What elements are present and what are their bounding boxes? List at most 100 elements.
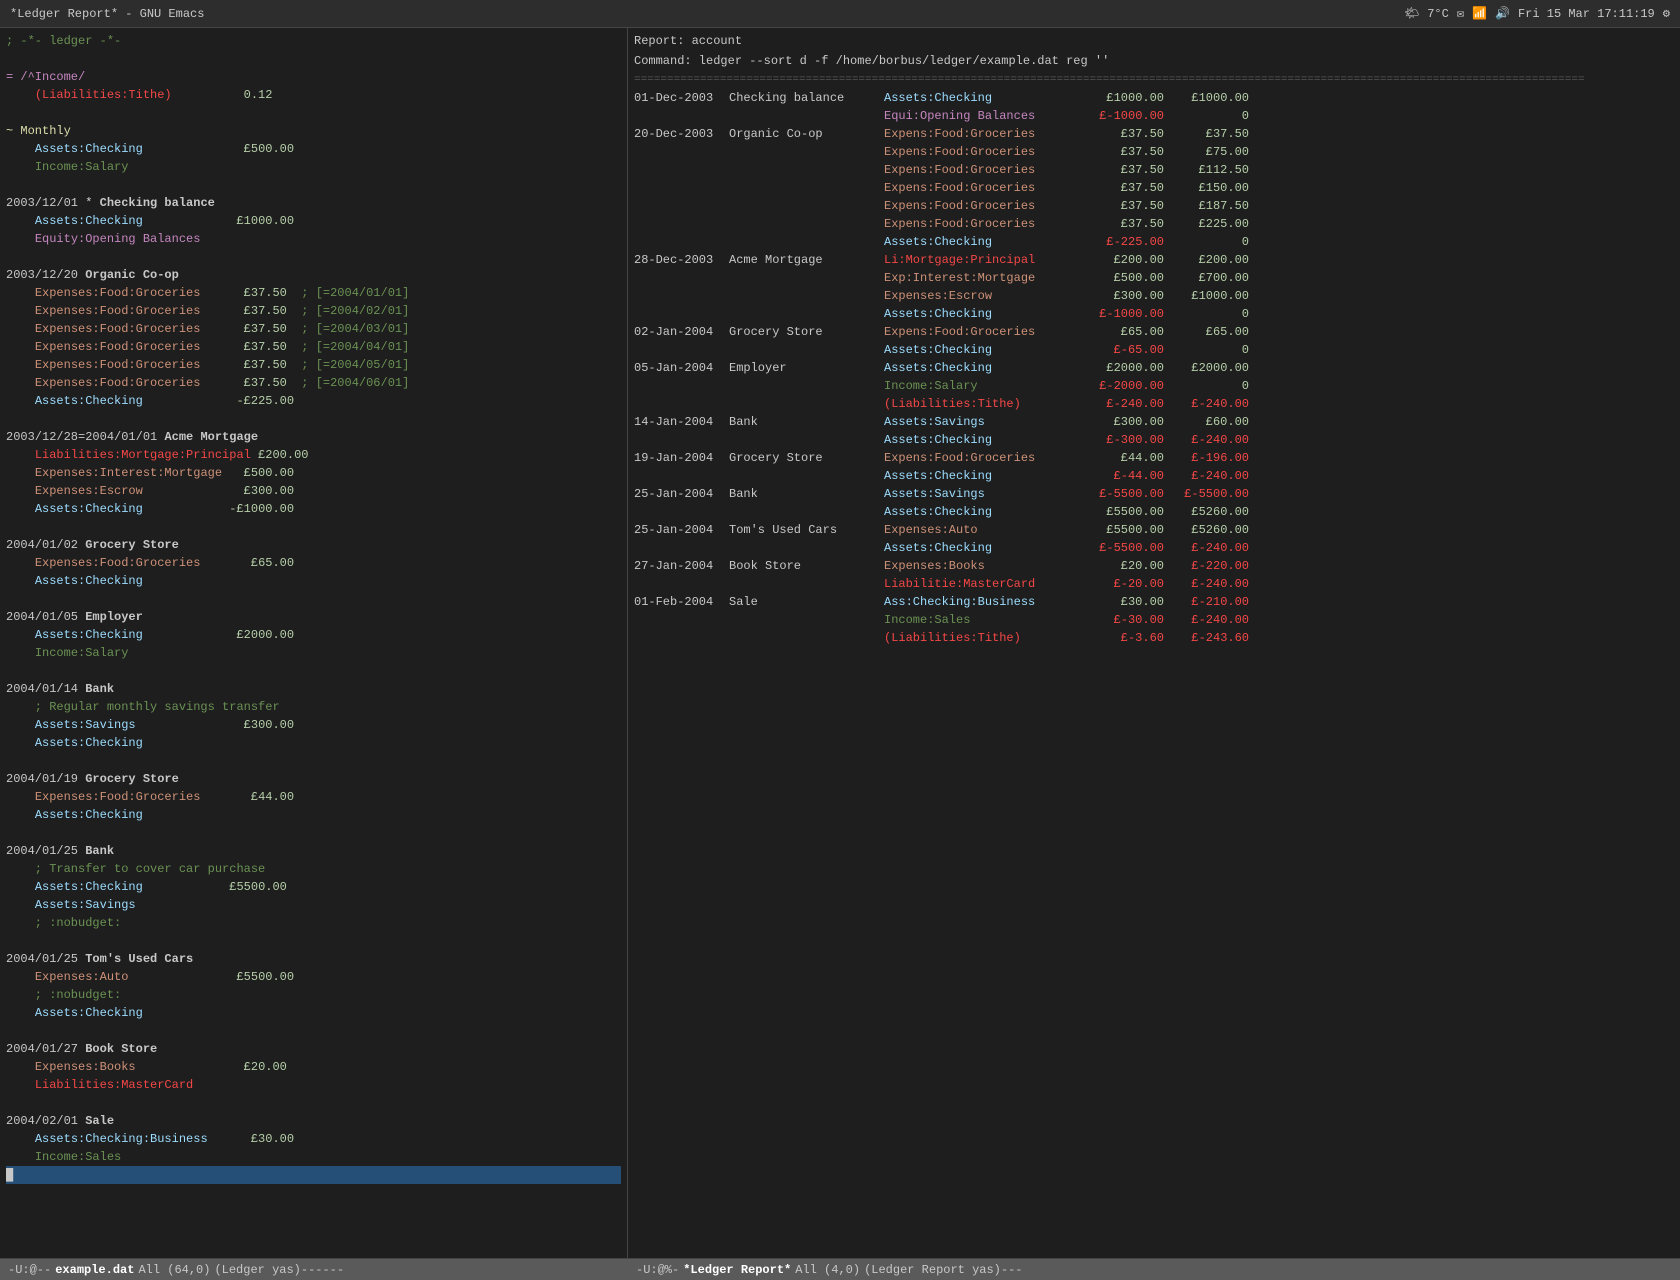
status-right-all: All (4,0) <box>795 1263 860 1277</box>
txn-20031228-principal: Liabilities:Mortgage:Principal £200.00 <box>6 446 621 464</box>
report-row: Exp:Interest:Mortgage£500.00£700.00 <box>634 269 1674 287</box>
txn-20040114: 2004/01/14 Bank <box>6 680 621 698</box>
txn-20031228-escrow: Expenses:Escrow £300.00 <box>6 482 621 500</box>
txn-20040201-sales: Income:Sales <box>6 1148 621 1166</box>
report-row: Expens:Food:Groceries£37.50£150.00 <box>634 179 1674 197</box>
volume-icon: 🔊 <box>1495 6 1510 21</box>
txn-20040114-savings: Assets:Savings £300.00 <box>6 716 621 734</box>
txn-20040125-cars-nobudget: ; :nobudget: <box>6 986 621 1004</box>
report-row: Assets:Checking£-300.00£-240.00 <box>634 431 1674 449</box>
txn-20040105: 2004/01/05 Employer <box>6 608 621 626</box>
txn-20040127-books: Expenses:Books £20.00 <box>6 1058 621 1076</box>
report-row: Assets:Checking£5500.00£5260.00 <box>634 503 1674 521</box>
blank-line-3 <box>6 176 621 194</box>
title-bar-right: 🌤 7°C ✉ 📶 🔊 Fri 15 Mar 17:11:19 ⚙ <box>1404 6 1670 21</box>
txn-20040119-groceries: Expenses:Food:Groceries £44.00 <box>6 788 621 806</box>
report-row: 02-Jan-2004Grocery StoreExpens:Food:Groc… <box>634 323 1674 341</box>
status-left-all: All (64,0) <box>138 1263 210 1277</box>
txn-20040125-cars-auto: Expenses:Auto £5500.00 <box>6 968 621 986</box>
monthly-salary: Income:Salary <box>6 158 621 176</box>
blank-line-10 <box>6 824 621 842</box>
report-row: Assets:Checking£-65.000 <box>634 341 1674 359</box>
txn-20040125-cars-checking: Assets:Checking <box>6 1004 621 1022</box>
txn-20031201-checking: Assets:Checking £1000.00 <box>6 212 621 230</box>
report-row: Expenses:Escrow£300.00£1000.00 <box>634 287 1674 305</box>
txn-20040105-salary: Income:Salary <box>6 644 621 662</box>
monthly-checking: Assets:Checking £500.00 <box>6 140 621 158</box>
txn-20040119-checking: Assets:Checking <box>6 806 621 824</box>
txn-20031220-g2: Expenses:Food:Groceries £37.50 ; [=2004/… <box>6 302 621 320</box>
report-row: Assets:Checking£-44.00£-240.00 <box>634 467 1674 485</box>
report-row: 01-Feb-2004SaleAss:Checking:Business£30.… <box>634 593 1674 611</box>
report-row: Assets:Checking£-1000.000 <box>634 305 1674 323</box>
txn-20040125-bank-savings: Assets:Savings <box>6 896 621 914</box>
status-bar: -U:@-- example.dat All (64,0) (Ledger ya… <box>0 1258 1680 1280</box>
report-row: Income:Sales£-30.00£-240.00 <box>634 611 1674 629</box>
report-row: 25-Jan-2004BankAssets:Savings£-5500.00£-… <box>634 485 1674 503</box>
blank-line-6 <box>6 518 621 536</box>
txn-20040119: 2004/01/19 Grocery Store <box>6 770 621 788</box>
report-separator: ========================================… <box>634 72 1674 89</box>
txn-20040201-business: Assets:Checking:Business £30.00 <box>6 1130 621 1148</box>
txn-20040114-checking: Assets:Checking <box>6 734 621 752</box>
blank-line-1 <box>6 50 621 68</box>
status-right-mode2: (Ledger Report yas)--- <box>864 1263 1672 1277</box>
txn-20040102-groceries: Expenses:Food:Groceries £65.00 <box>6 554 621 572</box>
report-row: 19-Jan-2004Grocery StoreExpens:Food:Groc… <box>634 449 1674 467</box>
report-row: 27-Jan-2004Book StoreExpenses:Books£20.0… <box>634 557 1674 575</box>
txn-20040125-bank-checking: Assets:Checking £5500.00 <box>6 878 621 896</box>
section-income: = /^Income/ <box>6 68 621 86</box>
report-header1: Report: account <box>634 32 1674 50</box>
report-row: 28-Dec-2003Acme MortgageLi:Mortgage:Prin… <box>634 251 1674 269</box>
blank-line-8 <box>6 662 621 680</box>
txn-20031220-g1: Expenses:Food:Groceries £37.50 ; [=2004/… <box>6 284 621 302</box>
status-right-file: *Ledger Report* <box>683 1263 791 1277</box>
datetime: Fri 15 Mar 17:11:19 <box>1518 7 1655 21</box>
report-row: 14-Jan-2004BankAssets:Savings£300.00£60.… <box>634 413 1674 431</box>
txn-20031228-interest: Expenses:Interest:Mortgage £500.00 <box>6 464 621 482</box>
report-row: Assets:Checking£-225.000 <box>634 233 1674 251</box>
report-row: (Liabilities:Tithe)£-3.60£-243.60 <box>634 629 1674 647</box>
report-row: Assets:Checking£-5500.00£-240.00 <box>634 539 1674 557</box>
report-row: Income:Salary£-2000.000 <box>634 377 1674 395</box>
txn-20040102-checking: Assets:Checking <box>6 572 621 590</box>
status-right-mode: -U:@%- <box>636 1263 679 1277</box>
window-title: *Ledger Report* - GNU Emacs <box>10 7 204 21</box>
status-left-mode2: (Ledger yas)------ <box>214 1263 620 1277</box>
report-row: 20-Dec-2003Organic Co-opExpens:Food:Groc… <box>634 125 1674 143</box>
txn-20031220-g6: Expenses:Food:Groceries £37.50 ; [=2004/… <box>6 374 621 392</box>
report-row: Expens:Food:Groceries£37.50£225.00 <box>634 215 1674 233</box>
blank-line-12 <box>6 1022 621 1040</box>
email-icon: ✉ <box>1457 6 1464 21</box>
report-row: 25-Jan-2004Tom's Used CarsExpenses:Auto£… <box>634 521 1674 539</box>
txn-20031228: 2003/12/28=2004/01/01 Acme Mortgage <box>6 428 621 446</box>
title-bar: *Ledger Report* - GNU Emacs 🌤 7°C ✉ 📶 🔊 … <box>0 0 1680 28</box>
report-rows: 01-Dec-2003Checking balanceAssets:Checki… <box>634 89 1674 647</box>
blank-line-11 <box>6 932 621 950</box>
report-row: Liabilitie:MasterCard£-20.00£-240.00 <box>634 575 1674 593</box>
txn-20040105-checking: Assets:Checking £2000.00 <box>6 626 621 644</box>
txn-20040125-bank: 2004/01/25 Bank <box>6 842 621 860</box>
status-left-file: example.dat <box>55 1263 134 1277</box>
txn-20031201-equity: Equity:Opening Balances <box>6 230 621 248</box>
txn-20031220-g5: Expenses:Food:Groceries £37.50 ; [=2004/… <box>6 356 621 374</box>
blank-line-4 <box>6 248 621 266</box>
blank-line-7 <box>6 590 621 608</box>
report-row: 01-Dec-2003Checking balanceAssets:Checki… <box>634 89 1674 107</box>
txn-20040102: 2004/01/02 Grocery Store <box>6 536 621 554</box>
report-row: 05-Jan-2004EmployerAssets:Checking£2000.… <box>634 359 1674 377</box>
section-monthly: ~ Monthly <box>6 122 621 140</box>
txn-20031220: 2003/12/20 Organic Co-op <box>6 266 621 284</box>
settings-icon[interactable]: ⚙ <box>1663 6 1670 21</box>
report-row: Expens:Food:Groceries£37.50£75.00 <box>634 143 1674 161</box>
txn-20031201: 2003/12/01 * Checking balance <box>6 194 621 212</box>
right-pane[interactable]: Report: account Command: ledger --sort d… <box>628 28 1680 1258</box>
status-right: -U:@%- *Ledger Report* All (4,0) (Ledger… <box>628 1259 1680 1280</box>
txn-20040125-bank-nobudget: ; :nobudget: <box>6 914 621 932</box>
blank-line-9 <box>6 752 621 770</box>
left-pane[interactable]: ; -*- ledger -*- = /^Income/ (Liabilitie… <box>0 28 628 1258</box>
blank-line-5 <box>6 410 621 428</box>
txn-20040125-bank-comment: ; Transfer to cover car purchase <box>6 860 621 878</box>
txn-20040127: 2004/01/27 Book Store <box>6 1040 621 1058</box>
txn-20031220-g3: Expenses:Food:Groceries £37.50 ; [=2004/… <box>6 320 621 338</box>
